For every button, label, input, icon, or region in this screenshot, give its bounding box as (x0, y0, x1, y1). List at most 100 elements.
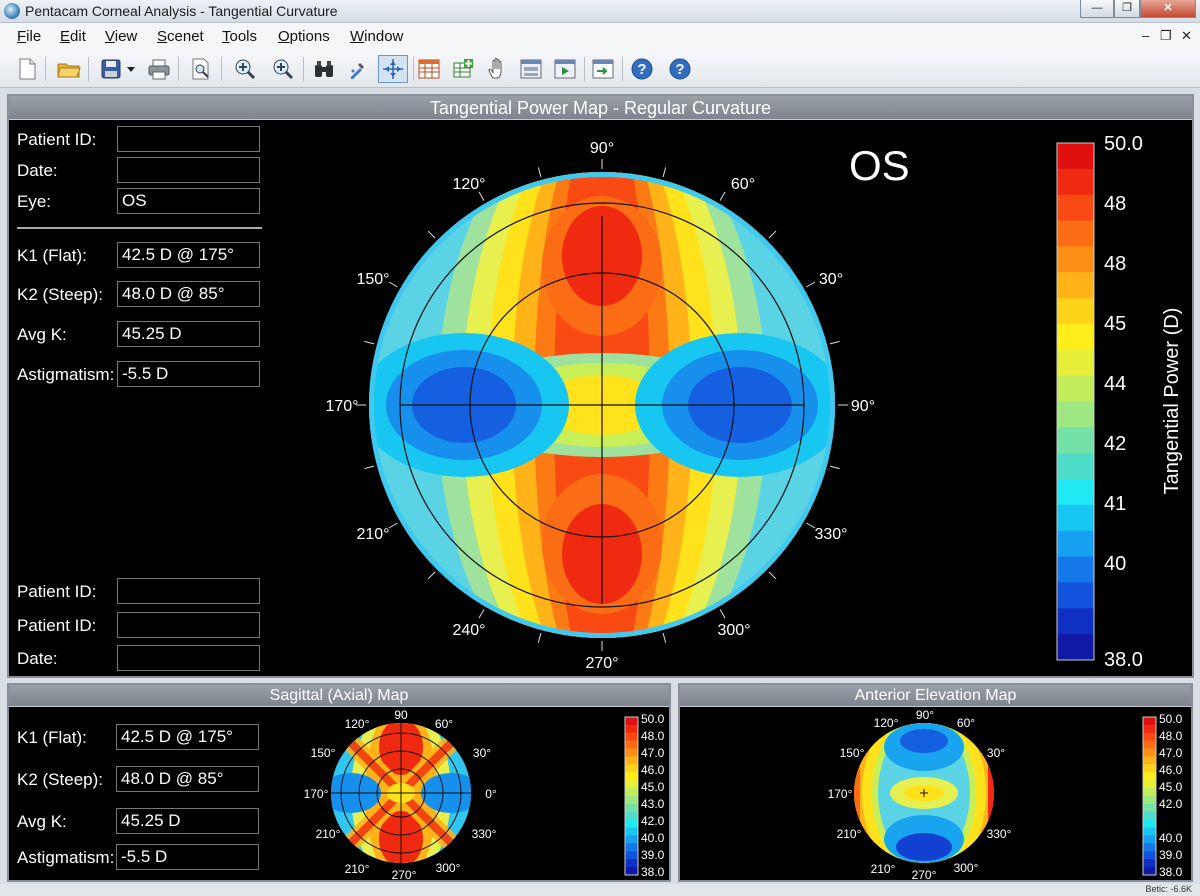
mdi-minimize-button[interactable]: – (1142, 28, 1149, 43)
mdi-restore-button[interactable]: ❐ (1160, 28, 1172, 44)
sagittal-k1-field[interactable]: 42.5 D @ 175° (116, 724, 259, 750)
angle-label: 90° (916, 708, 934, 722)
save-icon[interactable] (98, 56, 124, 82)
angle-label: 90 (394, 708, 408, 722)
angle-label: 30° (473, 746, 491, 760)
angle-label: 30° (987, 746, 1005, 760)
mdi-close-button[interactable]: ✕ (1181, 28, 1192, 44)
patient-id-field-2[interactable] (117, 578, 260, 604)
colorbar-swatch (1057, 168, 1094, 196)
elevation-map[interactable]: 90° 60° 30° 330° 300° 270° 210° 210° 170… (824, 707, 1024, 881)
colorbar-swatch (1057, 220, 1094, 247)
context-help-icon[interactable]: ? (667, 56, 693, 82)
colorbar-label: 38.0 (1159, 865, 1183, 879)
print-icon[interactable] (146, 56, 172, 82)
tangential-map-panel: Tangential Power Map - Regular Curvature… (7, 94, 1194, 678)
export-icon[interactable] (590, 56, 616, 82)
k1-field[interactable]: 42.5 D @ 175° (117, 242, 260, 268)
open-folder-icon[interactable] (56, 56, 82, 82)
close-button[interactable]: ✕ (1140, 0, 1196, 18)
colorbar-swatch (625, 851, 638, 860)
zoom-out-icon[interactable] (270, 56, 296, 82)
menu-view[interactable]: View (105, 28, 137, 45)
sagittal-k2-field[interactable]: 48.0 D @ 85° (116, 766, 259, 792)
colorbar-label: 43.0 (641, 797, 665, 811)
colorbar-swatch (1057, 272, 1094, 299)
hand-pan-icon[interactable] (485, 56, 511, 82)
astigmatism-field[interactable]: -5.5 D (117, 361, 260, 387)
colorbar-swatch (1143, 851, 1156, 860)
angle-label: 270° (392, 868, 417, 881)
help-icon[interactable]: ? (629, 56, 655, 82)
field-label: Avg K: (17, 812, 67, 831)
colorbar-swatch (1057, 504, 1094, 532)
angle-label: 150° (311, 746, 336, 760)
field-label: Date: (17, 649, 58, 668)
grid-table-icon[interactable] (416, 56, 442, 82)
colorbar-swatch (625, 867, 638, 876)
menu-tools[interactable]: Tools (222, 28, 257, 45)
menu-window[interactable]: Window (350, 28, 403, 45)
binoculars-icon[interactable] (311, 56, 337, 82)
patient-id-field[interactable] (117, 126, 260, 152)
colorbar-swatch (1143, 780, 1156, 789)
colorbar-swatch (1143, 740, 1156, 750)
menu-options[interactable]: Options (278, 28, 330, 45)
menu-file[interactable]: File (17, 28, 41, 45)
eye-field[interactable]: OS (117, 188, 260, 214)
menu-bar: File Edit View Scenet Tools Options Wind… (0, 23, 1200, 50)
date-field[interactable] (117, 157, 260, 183)
colorbar-swatch (625, 740, 638, 750)
svg-text:?: ? (675, 61, 684, 78)
colorbar-swatch (1057, 608, 1094, 635)
avg-k-field[interactable]: 45.25 D (117, 321, 260, 347)
colorbar-label: 47.0 (641, 746, 665, 760)
colorbar-swatch (625, 803, 638, 813)
new-file-icon[interactable] (14, 56, 40, 82)
save-dropdown-icon[interactable] (124, 56, 138, 82)
colorbar-label: 45.0 (641, 780, 665, 794)
patient-id-field-3[interactable] (117, 612, 260, 638)
slideshow-icon[interactable] (552, 56, 578, 82)
angle-label: 210° (837, 827, 862, 841)
zoom-in-icon[interactable] (232, 56, 258, 82)
colorbar-label: 48 (1104, 193, 1126, 215)
restore-button[interactable]: ❐ (1114, 0, 1140, 18)
colorbar-swatch (625, 811, 638, 821)
minimize-button[interactable]: — (1080, 0, 1114, 18)
tick-mark (364, 340, 375, 345)
angle-label: 60° (435, 717, 453, 731)
sagittal-avgk-field[interactable]: 45.25 D (116, 808, 259, 834)
colorbar-swatch (1057, 246, 1094, 273)
menu-edit[interactable]: Edit (60, 28, 86, 45)
tick-mark (478, 191, 485, 201)
field-label: Astigmatism: (17, 848, 115, 867)
k2-field[interactable]: 48.0 D @ 85° (117, 281, 260, 307)
sagittal-map[interactable]: 90 60° 30° 0° 330° 300° 270° 210° 210° 1… (301, 707, 511, 881)
layout-panel-icon[interactable] (518, 56, 544, 82)
tangential-map[interactable]: 90° 60° 30° 90° 330° 300° 270° 240° 210°… (319, 126, 879, 674)
angle-label: 170° (304, 787, 329, 801)
print-preview-icon[interactable] (188, 56, 214, 82)
field-label: K1 (Flat): (17, 246, 87, 265)
colorbar-swatch (1143, 843, 1156, 852)
grid-add-icon[interactable] (450, 56, 476, 82)
sagittal-astig-field[interactable]: -5.5 D (116, 844, 259, 870)
date-field-2[interactable] (117, 645, 260, 671)
angle-label: 170° (828, 787, 853, 801)
colorbar-swatch (625, 772, 638, 781)
crosshair-icon[interactable] (378, 55, 408, 83)
angle-label: 120° (874, 716, 899, 730)
colorbar-swatch (1057, 530, 1094, 558)
angle-label: 210° (316, 827, 341, 841)
colorbar-swatch (1057, 634, 1094, 661)
angle-label: 90° (851, 398, 875, 415)
menu-scenet[interactable]: Scenet (157, 28, 204, 45)
colorbar-label: 47.0 (1159, 746, 1183, 760)
colorbar-swatch (1143, 803, 1156, 813)
status-text: Betic: -6.6K (1145, 884, 1192, 894)
tick-mark (537, 632, 542, 643)
colorbar-label: 39.0 (641, 848, 665, 862)
tick-mark (537, 167, 542, 178)
pipette-icon[interactable] (345, 56, 371, 82)
